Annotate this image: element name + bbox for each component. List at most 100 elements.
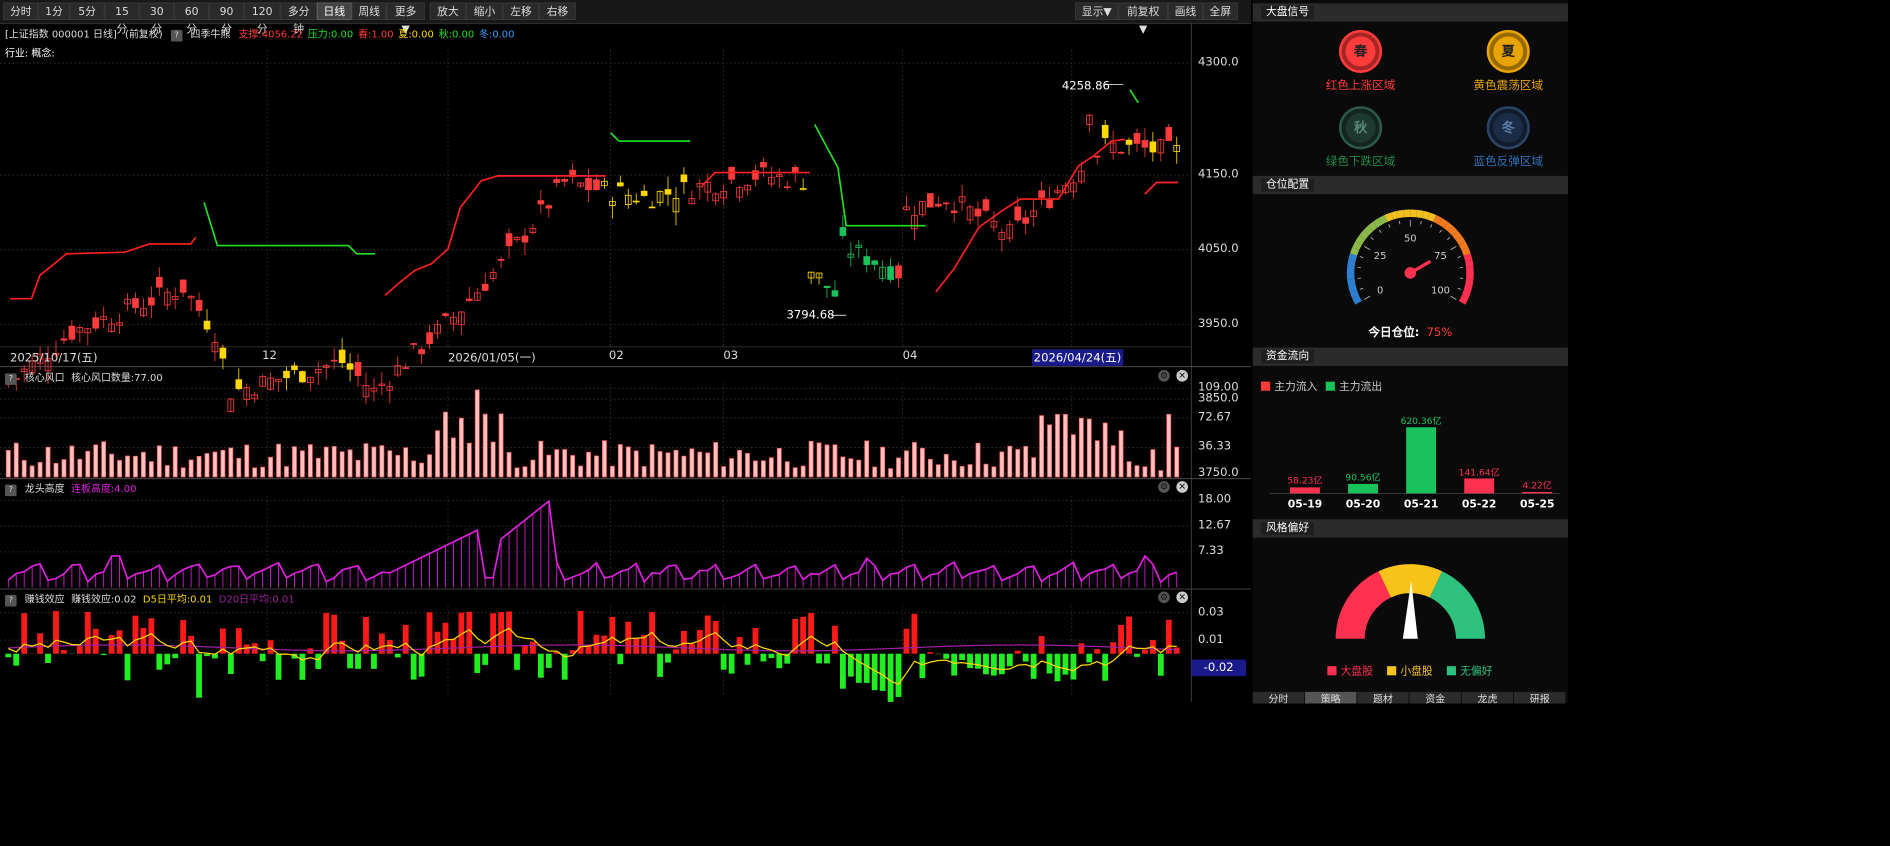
- signal-label-2: 绿色下跌区域: [1325, 155, 1396, 169]
- bottom-tab-5[interactable]: 研报: [1514, 691, 1566, 704]
- money-effect-bar: [172, 653, 179, 659]
- panel1-settings-icon[interactable]: ⚙: [1158, 370, 1170, 382]
- volume-bar: [220, 449, 226, 478]
- volume-bar: [77, 458, 83, 478]
- candle-body: [155, 276, 163, 288]
- candle-body: [664, 189, 672, 195]
- volume-bar: [602, 440, 607, 478]
- flow-date-2: 05-21: [1403, 498, 1439, 512]
- candle-body: [1093, 155, 1101, 158]
- volume-bar: [808, 440, 814, 478]
- date-tick-5: 04: [902, 349, 918, 363]
- bottom-tab-0[interactable]: 分时: [1252, 691, 1305, 704]
- position-value: 75%: [1426, 326, 1453, 340]
- candle-body: [410, 343, 417, 345]
- candle-body: [871, 260, 878, 265]
- gauge-arc-segment: [1463, 284, 1473, 293]
- volume-bar: [299, 450, 305, 478]
- bottom-tab-4[interactable]: 龙虎: [1461, 691, 1514, 704]
- volume-bar: [1110, 445, 1116, 478]
- gauge-arc-segment: [1363, 225, 1373, 236]
- gauge-arc-segment: [1463, 253, 1473, 262]
- candle-body: [299, 371, 306, 383]
- money-effect-bar: [983, 653, 989, 675]
- bottom-tab-2[interactable]: 题材: [1357, 691, 1409, 704]
- volume-bar: [474, 389, 480, 478]
- candle-body: [442, 313, 449, 316]
- money-effect-bar: [45, 653, 51, 664]
- panel1-close-icon[interactable]: ✕: [1176, 370, 1188, 382]
- panel1-name: 核心风口: [24, 371, 65, 384]
- money-effect-bar: [363, 616, 369, 654]
- money-effect-bar: [768, 653, 775, 659]
- style-header: 风格偏好: [1252, 519, 1568, 538]
- money-effect-bar: [975, 653, 981, 669]
- panel2-help-icon[interactable]: ?: [4, 484, 17, 497]
- date-tick-2: 2026/01/05(一): [447, 351, 536, 366]
- flow-bar-1: [1348, 483, 1378, 494]
- candle-body: [497, 259, 505, 261]
- candle-body: [831, 290, 839, 297]
- flow-date-0: 05-19: [1287, 498, 1323, 512]
- gauge-arc-segment: [1465, 278, 1474, 287]
- bottom-tab-3[interactable]: 资金: [1409, 691, 1461, 704]
- support-line-5: [1144, 181, 1179, 195]
- panel3-settings-icon[interactable]: ⚙: [1158, 591, 1170, 604]
- volume-bar: [371, 446, 377, 478]
- bottom-tab-1[interactable]: 策略: [1304, 691, 1357, 704]
- money-effect-bar: [728, 653, 735, 674]
- volume-bar: [713, 442, 719, 478]
- candle-body: [219, 347, 227, 359]
- panel2-name: 龙头高度: [24, 482, 65, 495]
- money-effect-bar: [450, 638, 457, 654]
- volume-bar: [745, 453, 750, 478]
- candle-body: [179, 279, 187, 293]
- signal-label-3: 蓝色反弹区域: [1473, 155, 1544, 169]
- panel2-close-icon[interactable]: ✕: [1176, 481, 1188, 493]
- season-icon-3: 冬: [1486, 106, 1530, 150]
- volume-bar: [212, 451, 218, 478]
- position-label: 今日仓位:: [1368, 326, 1420, 340]
- panel2-settings-icon[interactable]: ⚙: [1158, 481, 1170, 493]
- candle-body: [505, 233, 513, 247]
- volume-bar: [633, 450, 639, 478]
- volume-bar: [466, 442, 472, 478]
- candle-body: [950, 210, 958, 214]
- money-effect-bar: [1078, 643, 1085, 654]
- volume-bar: [1134, 465, 1140, 478]
- volume-bar: [697, 451, 703, 478]
- flow-out-swatch: [1325, 381, 1335, 391]
- panel3-tick-0: 0.03: [1197, 605, 1224, 619]
- panel1-help-icon[interactable]: ?: [4, 373, 17, 385]
- volume-bar: [991, 466, 997, 478]
- money-effect-bar: [657, 653, 663, 677]
- panel3-close-icon[interactable]: ✕: [1176, 591, 1188, 604]
- gauge-arc-segment: [1378, 214, 1388, 225]
- candle-body: [593, 179, 600, 191]
- style-preference-gauge: [1335, 564, 1485, 639]
- volume-bar: [61, 459, 67, 478]
- money-effect-bar: [919, 653, 926, 679]
- gauge-arc-segment: [1455, 235, 1466, 245]
- volume-bar: [1158, 470, 1164, 478]
- candle-body: [68, 325, 76, 340]
- volume-bar: [657, 451, 663, 478]
- candle-body: [418, 349, 425, 355]
- candle-body: [235, 379, 243, 390]
- volume-bar: [331, 446, 337, 478]
- volume-bar: [975, 442, 981, 478]
- panel3-help-icon[interactable]: ?: [4, 594, 17, 607]
- candle-body: [553, 179, 561, 183]
- volume-bar: [753, 460, 758, 478]
- volume-bar: [951, 460, 957, 478]
- money-effect-bar: [1110, 642, 1117, 654]
- candle-body: [1117, 151, 1125, 154]
- style-legend-label-2: 无偏好: [1460, 665, 1493, 678]
- volume-bar: [323, 446, 329, 478]
- gauge-tick: [1457, 287, 1461, 290]
- gauge-arc-segment: [1458, 241, 1469, 251]
- volume-bar: [427, 454, 432, 478]
- signal-3: 冬蓝色反弹区域: [1434, 106, 1583, 169]
- volume-bar: [760, 460, 766, 478]
- candle-body: [92, 317, 100, 329]
